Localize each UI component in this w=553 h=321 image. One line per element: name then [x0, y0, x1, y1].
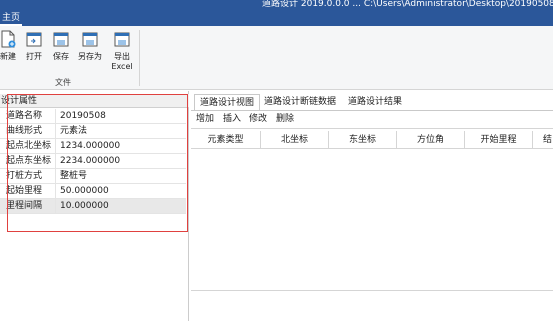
export-excel-button[interactable]: 导出 Excel — [110, 30, 134, 72]
edit-button[interactable]: 修改 — [249, 113, 267, 125]
open-button-label: 打开 — [26, 52, 42, 61]
tab-design-results[interactable]: 道路设计结果 — [343, 94, 407, 110]
highlight-box — [7, 94, 188, 232]
export-excel-icon — [114, 32, 130, 47]
save-icon — [53, 32, 69, 47]
save-as-button-label: 另存为 — [78, 52, 102, 61]
column-header[interactable]: 开始里程 — [465, 131, 533, 149]
add-button[interactable]: 增加 — [196, 113, 214, 125]
open-button[interactable]: 打开 — [22, 30, 46, 62]
document-area: 道路设计视图 道路设计断链数据 道路设计结果 增加 插入 修改 删除 元素类型 … — [191, 91, 553, 321]
column-header[interactable]: 元素类型 — [191, 131, 261, 149]
tab-home[interactable]: 主页 — [0, 10, 22, 26]
save-as-button[interactable]: 另存为 — [78, 30, 102, 62]
column-header[interactable]: 方位角 — [397, 131, 465, 149]
save-button-label: 保存 — [53, 52, 69, 61]
grid-bottom-line — [191, 290, 553, 291]
grid-toolbar: 增加 插入 修改 删除 — [191, 111, 553, 127]
column-header[interactable]: 东坐标 — [329, 131, 397, 149]
grid-header: 元素类型 北坐标 东坐标 方位角 开始里程 结 — [191, 131, 553, 149]
tab-road-design-view[interactable]: 道路设计视图 — [194, 94, 261, 110]
ribbon-tab-bar: 主页 — [0, 10, 553, 26]
tab-chain-break-data[interactable]: 道路设计断链数据 — [259, 94, 341, 110]
delete-button[interactable]: 删除 — [276, 113, 294, 125]
column-header[interactable]: 北坐标 — [261, 131, 329, 149]
ribbon-group-separator — [139, 30, 140, 86]
insert-button[interactable]: 插入 — [223, 113, 241, 125]
column-header[interactable]: 结 — [533, 131, 553, 149]
window-title: 道路设计 2019.0.0.0 ... C:\Users\Administrat… — [262, 0, 553, 9]
ribbon: 新建 打开 保存 另存为 导出 Excel 文件 — [0, 26, 553, 90]
new-button[interactable]: 新建 — [0, 30, 20, 62]
new-button-label: 新建 — [0, 52, 16, 61]
new-file-icon — [1, 30, 16, 48]
save-as-icon — [82, 32, 98, 47]
open-folder-icon — [26, 32, 42, 47]
export-excel-button-label: 导出 Excel — [111, 52, 133, 71]
title-bar: 道路设计 2019.0.0.0 ... C:\Users\Administrat… — [0, 0, 553, 10]
file-group-label: 文件 — [55, 78, 71, 87]
element-grid[interactable]: 元素类型 北坐标 东坐标 方位角 开始里程 结 — [191, 128, 553, 321]
save-button[interactable]: 保存 — [49, 30, 73, 62]
